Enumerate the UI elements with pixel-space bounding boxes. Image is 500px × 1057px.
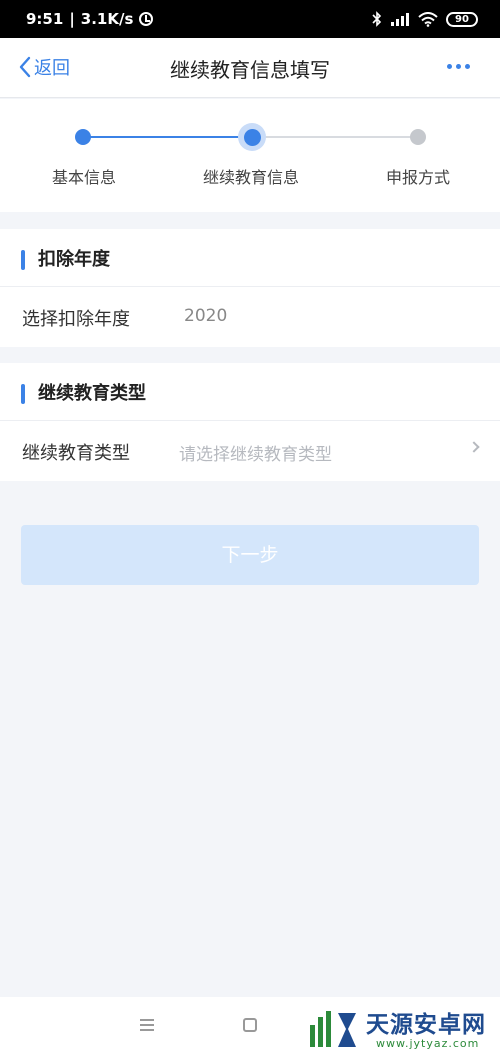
- chevron-right-icon: [468, 441, 480, 453]
- more-options-button[interactable]: [447, 64, 470, 69]
- section-accent-bar: [21, 384, 25, 404]
- watermark-title: 天源安卓网: [366, 1012, 486, 1038]
- step-label-basic-info: 基本信息: [51, 168, 116, 187]
- deduction-year-row[interactable]: 选择扣除年度 2020: [0, 287, 500, 347]
- step-label-filing-method: 申报方式: [385, 168, 450, 187]
- status-right: 90: [372, 11, 478, 27]
- section-header: 继续教育类型: [0, 363, 500, 421]
- more-dot-icon: [456, 64, 461, 69]
- education-type-selector[interactable]: 继续教育类型 请选择继续教育类型: [0, 421, 500, 481]
- step-dot-basic-info: [75, 129, 91, 145]
- section-header: 扣除年度: [0, 229, 500, 287]
- bluetooth-icon: [372, 11, 382, 27]
- more-dot-icon: [447, 64, 452, 69]
- battery-indicator: 90: [446, 11, 478, 27]
- status-left: 9:51 | 3.1K/s: [26, 10, 154, 28]
- watermark-logo-icon: [310, 1011, 356, 1047]
- progress-stepper: 基本信息 继续教育信息 申报方式: [0, 99, 500, 212]
- deduction-year-section: 扣除年度 选择扣除年度 2020: [0, 229, 500, 347]
- step-dot-inner: [243, 128, 261, 146]
- step-dot-filing-method: [410, 129, 426, 145]
- watermark: 天源安卓网 www.jytyaz.com: [308, 1005, 498, 1055]
- page: 9:51 | 3.1K/s 90 返回 继续教育信息填写 基本信息 继续教育信息…: [0, 0, 500, 1057]
- watermark-url: www.jytyaz.com: [376, 1037, 480, 1050]
- education-type-label: 继续教育类型: [22, 443, 130, 464]
- alarm-icon: [139, 12, 154, 26]
- education-type-section: 继续教育类型 继续教育类型 请选择继续教育类型: [0, 363, 500, 481]
- next-step-button[interactable]: 下一步: [21, 525, 479, 585]
- wifi-icon: [418, 11, 438, 27]
- page-title: 继续教育信息填写: [170, 58, 330, 82]
- step-connector-done: [84, 136, 250, 138]
- menu-icon[interactable]: [140, 1019, 154, 1034]
- section-title: 继续教育类型: [38, 383, 146, 404]
- deduction-year-label: 选择扣除年度: [22, 309, 130, 330]
- step-label-education-info: 继续教育信息: [202, 168, 299, 187]
- status-bar: 9:51 | 3.1K/s 90: [0, 0, 500, 38]
- home-icon[interactable]: [243, 1018, 257, 1032]
- status-network-speed: 3.1K/s: [80, 10, 134, 28]
- nav-bar: 返回 继续教育信息填写: [0, 38, 500, 98]
- signal-icon: [391, 13, 409, 26]
- education-type-placeholder: 请选择继续教育类型: [179, 445, 332, 465]
- section-title: 扣除年度: [38, 249, 110, 270]
- status-time: 9:51: [26, 10, 64, 28]
- section-accent-bar: [21, 250, 25, 270]
- more-dot-icon: [465, 64, 470, 69]
- step-connector-pending: [252, 136, 418, 138]
- deduction-year-value: 2020: [184, 306, 228, 326]
- step-dot-education-info: [238, 123, 266, 151]
- status-separator: |: [69, 10, 75, 28]
